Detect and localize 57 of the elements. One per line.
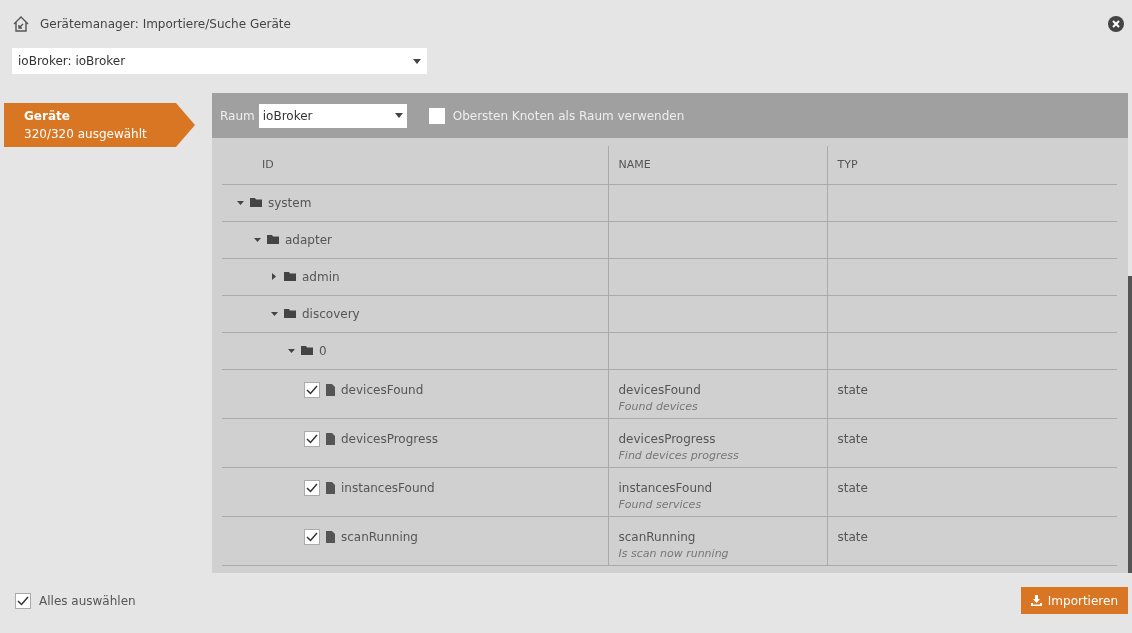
checkbox[interactable] xyxy=(304,528,320,545)
checkbox[interactable] xyxy=(304,479,320,496)
column-header: TYP xyxy=(837,157,858,171)
folder-icon xyxy=(284,309,296,318)
state-id: devicesProgress xyxy=(341,430,438,448)
caret-right-icon[interactable] xyxy=(272,273,276,280)
state-type: state xyxy=(837,480,868,495)
download-icon xyxy=(1030,595,1042,606)
instance-dropdown[interactable]: ioBroker: ioBroker xyxy=(12,48,427,74)
folder-icon xyxy=(267,235,279,244)
checkbox[interactable] xyxy=(304,430,320,447)
file-icon xyxy=(326,383,335,396)
checkbox[interactable] xyxy=(428,107,445,124)
close-icon xyxy=(1112,20,1120,28)
folder-name: discovery xyxy=(302,305,360,323)
caret-down-icon[interactable] xyxy=(270,311,278,316)
checkbox-label: Obersten Knoten als Raum verwenden xyxy=(452,107,685,125)
caret-down-icon[interactable] xyxy=(236,200,244,205)
caret-down-icon xyxy=(394,113,403,118)
state-description: Found devices xyxy=(618,398,699,415)
file-icon xyxy=(326,481,335,494)
folder-icon xyxy=(284,272,296,281)
room-label: Raum xyxy=(220,107,255,125)
caret-down-icon xyxy=(413,58,421,64)
folder-name: adapter xyxy=(285,231,332,249)
window-title: Gerätemanager: Importiere/Suche Geräte xyxy=(40,16,291,33)
state-description: Find devices progress xyxy=(618,447,740,464)
close-button[interactable] xyxy=(1108,16,1124,32)
state-type: state xyxy=(837,382,868,397)
state-type: state xyxy=(837,529,868,544)
folder-icon xyxy=(250,198,262,207)
checkbox[interactable] xyxy=(304,381,320,398)
room-dropdown[interactable]: ioBroker xyxy=(258,103,407,128)
state-description: Found services xyxy=(618,496,703,513)
state-id: scanRunning xyxy=(341,528,418,546)
state-name: devicesFound xyxy=(618,381,702,399)
column-header: ID xyxy=(262,157,274,171)
file-icon xyxy=(326,530,335,543)
file-icon xyxy=(326,432,335,445)
column-header: NAME xyxy=(618,157,651,171)
state-id: instancesFound xyxy=(341,479,435,497)
folder-name: admin xyxy=(302,268,340,286)
folder-icon xyxy=(301,346,313,355)
checkbox-label: Alles auswählen xyxy=(39,592,136,610)
state-id: devicesFound xyxy=(341,381,424,399)
state-name: instancesFound xyxy=(618,479,714,497)
scrollbar[interactable] xyxy=(1128,276,1132,573)
caret-down-icon[interactable] xyxy=(287,348,295,353)
state-type: state xyxy=(837,431,868,446)
checkbox[interactable] xyxy=(15,592,31,609)
state-name: devicesProgress xyxy=(618,430,717,448)
folder-name: system xyxy=(268,194,312,212)
caret-down-icon[interactable] xyxy=(253,237,261,242)
house-icon xyxy=(12,15,30,33)
state-name: scanRunning xyxy=(618,528,697,546)
state-description: Is scan now running xyxy=(618,545,730,562)
folder-name: 0 xyxy=(319,342,327,360)
